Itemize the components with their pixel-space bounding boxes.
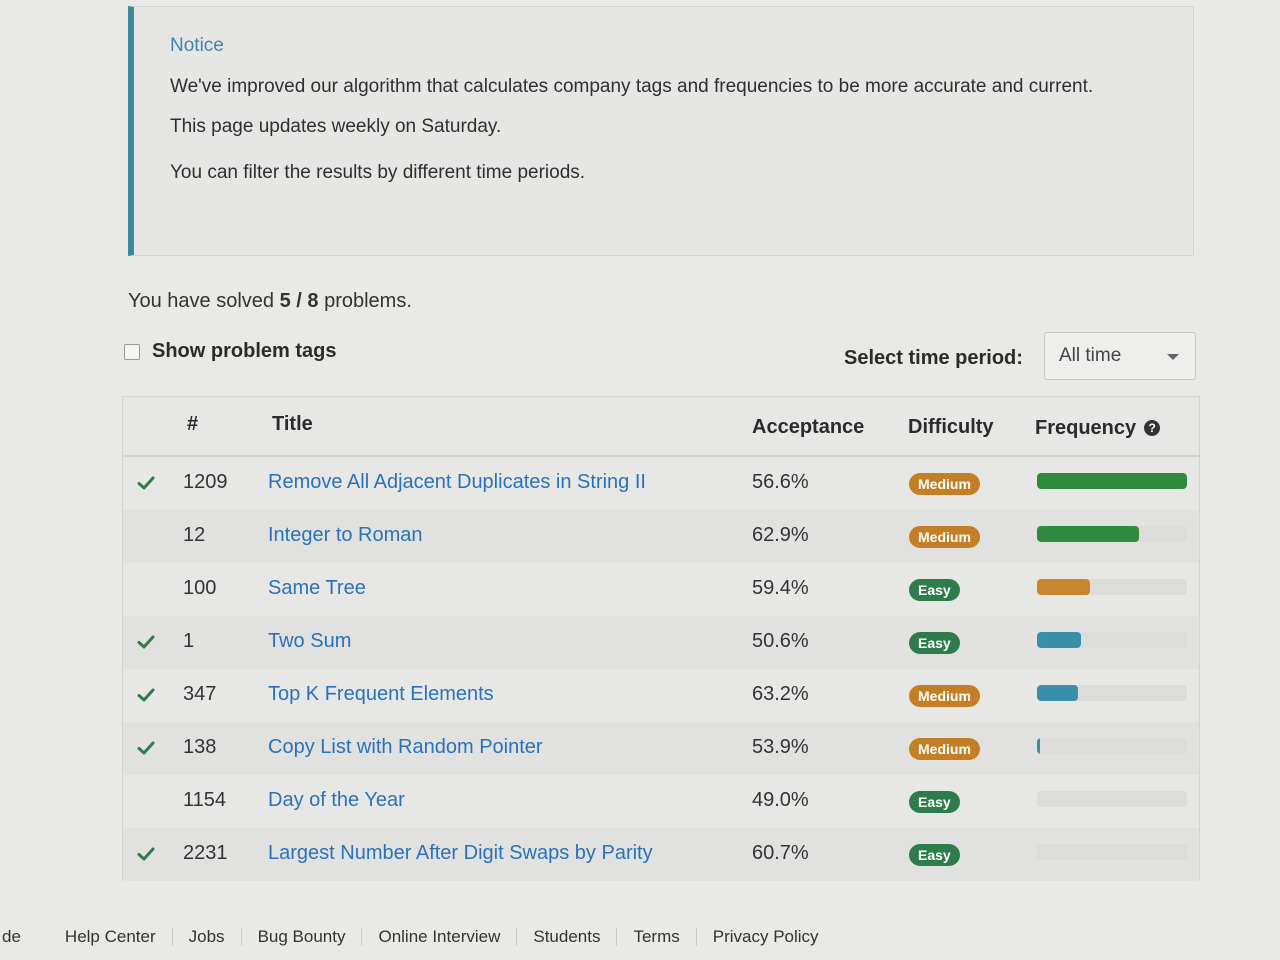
problem-title-link[interactable]: Remove All Adjacent Duplicates in String… — [268, 471, 646, 494]
solved-count: 5 / 8 — [279, 290, 319, 312]
header-frequency[interactable]: Frequency? — [1035, 417, 1161, 440]
footer-link[interactable]: de — [0, 928, 49, 946]
problem-number: 12 — [183, 524, 206, 546]
header-frequency-label[interactable]: Frequency — [1035, 417, 1136, 439]
table-row: 1209 Remove All Adjacent Duplicates in St… — [123, 457, 1199, 510]
show-tags-checkbox[interactable] — [124, 343, 140, 360]
frequency-bar — [1037, 473, 1187, 489]
frequency-bar-fill — [1037, 579, 1090, 595]
page: Notice We've improved our algorithm that… — [0, 0, 1280, 960]
acceptance-rate: 60.7% — [752, 842, 809, 864]
solved-summary: You have solved 5 / 8 problems. — [128, 290, 412, 313]
problem-title-link[interactable]: Two Sum — [268, 630, 351, 653]
difficulty-badge: Easy — [909, 632, 960, 654]
check-icon — [137, 847, 155, 861]
difficulty-badge: Medium — [909, 738, 980, 760]
difficulty-badge: Medium — [909, 473, 980, 495]
problem-number: 1209 — [183, 471, 228, 493]
frequency-bar — [1037, 791, 1187, 807]
frequency-bar-fill — [1037, 526, 1139, 542]
footer-link[interactable]: Help Center — [49, 928, 173, 946]
table-row: 347 Top K Frequent Elements 63.2% Medium — [123, 669, 1199, 722]
check-icon — [137, 476, 155, 490]
problem-title-link[interactable]: Integer to Roman — [268, 524, 423, 547]
show-tags-label[interactable]: Show problem tags — [152, 340, 336, 363]
problem-title-link[interactable]: Largest Number After Digit Swaps by Pari… — [268, 842, 653, 865]
caret-down-icon[interactable] — [1167, 354, 1179, 360]
acceptance-rate: 56.6% — [752, 471, 809, 493]
table-row: 1 Two Sum 50.6% Easy — [123, 616, 1199, 669]
difficulty-badge: Medium — [909, 526, 980, 548]
frequency-bar — [1037, 738, 1187, 754]
footer-link[interactable]: Terms — [617, 928, 697, 946]
frequency-bar — [1037, 579, 1187, 595]
table-row: 138 Copy List with Random Pointer 53.9% Med… — [123, 722, 1199, 775]
table-row: 2231 Largest Number After Digit Swaps by … — [123, 828, 1199, 881]
problem-title-link[interactable]: Same Tree — [268, 577, 366, 600]
header-acceptance[interactable]: Acceptance — [752, 416, 864, 439]
solved-prefix: You have solved — [128, 290, 280, 312]
check-icon — [137, 635, 155, 649]
notice-box: Notice We've improved our algorithm that… — [128, 6, 1194, 256]
acceptance-rate: 49.0% — [752, 789, 809, 811]
difficulty-badge: Easy — [909, 791, 960, 813]
table-row: 1154 Day of the Year 49.0% Easy — [123, 775, 1199, 828]
solved-suffix: problems. — [318, 290, 412, 312]
time-period-label: Select time period: — [844, 347, 1023, 369]
footer: de Help Center Jobs Bug Bounty Online Interv… — [0, 928, 1280, 946]
acceptance-rate: 59.4% — [752, 577, 809, 599]
problem-title-link[interactable]: Top K Frequent Elements — [268, 683, 494, 706]
question-circle-icon[interactable]: ? — [1144, 420, 1161, 436]
footer-link[interactable]: Students — [517, 928, 618, 946]
problem-number: 138 — [183, 736, 217, 758]
header-title[interactable]: Title — [272, 413, 313, 436]
difficulty-badge: Easy — [909, 844, 960, 866]
table-row: 12 Integer to Roman 62.9% Medium — [123, 510, 1199, 563]
time-period-value[interactable]: All time — [1059, 345, 1121, 366]
frequency-bar-fill — [1037, 473, 1187, 489]
notice-line-2: This page updates weekly on Saturday. — [170, 116, 502, 137]
show-tags-toggle[interactable]: Show problem tags — [124, 340, 336, 363]
frequency-bar — [1037, 685, 1187, 701]
frequency-bar-fill — [1037, 632, 1081, 648]
problems-table: # Title Acceptance Difficulty Frequency?… — [122, 396, 1200, 881]
table-header: # Title Acceptance Difficulty Frequency? — [123, 397, 1199, 457]
frequency-bar-fill — [1037, 738, 1040, 754]
footer-link[interactable]: Privacy Policy — [697, 928, 835, 946]
header-num[interactable]: # — [187, 413, 198, 436]
problem-title-link[interactable]: Copy List with Random Pointer — [268, 736, 543, 759]
notice-line-3: You can filter the results by different … — [170, 162, 586, 183]
check-icon — [137, 688, 155, 702]
problem-title-link[interactable]: Day of the Year — [268, 789, 405, 812]
notice-title: Notice — [170, 35, 224, 56]
problem-number: 2231 — [183, 842, 228, 864]
notice-line-1: We've improved our algorithm that calcul… — [170, 76, 1094, 97]
frequency-bar — [1037, 844, 1187, 860]
footer-link[interactable]: Online Interview — [362, 928, 518, 946]
acceptance-rate: 53.9% — [752, 736, 809, 758]
problem-number: 1 — [183, 630, 195, 652]
problem-number: 1154 — [183, 789, 227, 811]
frequency-bar-fill — [1037, 685, 1078, 701]
header-difficulty[interactable]: Difficulty — [908, 416, 994, 439]
problem-number: 100 — [183, 577, 217, 599]
frequency-bar — [1037, 632, 1187, 648]
difficulty-badge: Medium — [909, 685, 980, 707]
acceptance-rate: 62.9% — [752, 524, 809, 546]
acceptance-rate: 50.6% — [752, 630, 809, 652]
acceptance-rate: 63.2% — [752, 683, 809, 705]
frequency-bar — [1037, 526, 1187, 542]
check-icon — [137, 741, 155, 755]
footer-link[interactable]: Bug Bounty — [242, 928, 363, 946]
footer-link[interactable]: Jobs — [173, 928, 242, 946]
problem-number: 347 — [183, 683, 217, 705]
time-period-select[interactable]: All time — [1044, 332, 1196, 380]
table-row: 100 Same Tree 59.4% Easy — [123, 563, 1199, 616]
difficulty-badge: Easy — [909, 579, 960, 601]
